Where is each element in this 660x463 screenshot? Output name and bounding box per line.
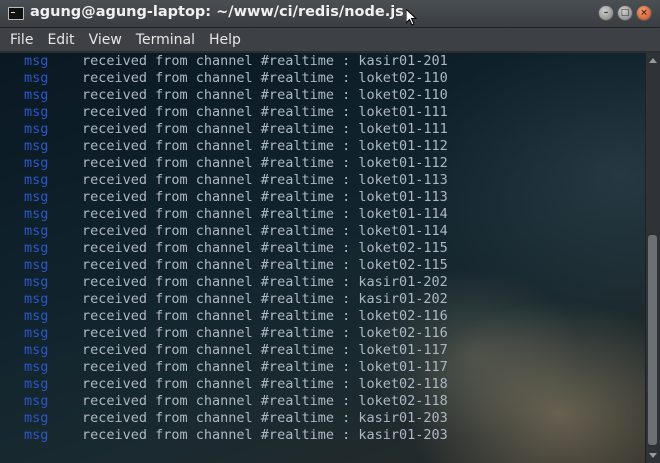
- terminal-line: msg received from channel #realtime : lok…: [0, 121, 448, 138]
- line-tag: msg: [24, 325, 49, 341]
- line-text: received from channel #realtime : loket0…: [82, 342, 448, 358]
- line-text: received from channel #realtime : loket0…: [82, 376, 448, 392]
- terminal-line: msg received from channel #realtime : kas…: [0, 291, 448, 308]
- terminal-line: msg received from channel #realtime : kas…: [0, 274, 448, 291]
- terminal-line: msg received from channel #realtime : lok…: [0, 189, 448, 206]
- menu-terminal[interactable]: Terminal: [130, 32, 201, 48]
- menu-edit[interactable]: Edit: [41, 32, 80, 48]
- line-text: received from channel #realtime : kasir0…: [82, 410, 448, 426]
- terminal-line: msg received from channel #realtime : lok…: [0, 138, 448, 155]
- menu-file[interactable]: File: [4, 32, 39, 48]
- line-tag: msg: [24, 138, 49, 154]
- window-controls: – □ ×: [598, 5, 652, 21]
- terminal-line: msg received from channel #realtime : lok…: [0, 342, 448, 359]
- line-text: received from channel #realtime : loket0…: [82, 240, 448, 256]
- terminal-line: msg received from channel #realtime : kas…: [0, 427, 448, 444]
- line-text: received from channel #realtime : kasir0…: [82, 427, 448, 443]
- scrollbar-thumb[interactable]: [648, 235, 657, 445]
- line-tag: msg: [24, 393, 49, 409]
- line-text: received from channel #realtime : loket0…: [82, 189, 448, 205]
- maximize-icon[interactable]: □: [617, 5, 633, 21]
- line-text: received from channel #realtime : loket0…: [82, 70, 448, 86]
- line-tag: msg: [24, 155, 49, 171]
- line-text: received from channel #realtime : kasir0…: [82, 291, 448, 307]
- menu-help[interactable]: Help: [203, 32, 247, 48]
- terminal-line: msg received from channel #realtime : lok…: [0, 70, 448, 87]
- terminal-line: msg received from channel #realtime : lok…: [0, 223, 448, 240]
- line-text: received from channel #realtime : loket0…: [82, 121, 448, 137]
- terminal-line: msg received from channel #realtime : lok…: [0, 172, 448, 189]
- line-text: received from channel #realtime : loket0…: [82, 308, 448, 324]
- scroll-down-icon[interactable]: [649, 453, 657, 458]
- terminal-line: msg received from channel #realtime : kas…: [0, 53, 448, 70]
- line-text: received from channel #realtime : loket0…: [82, 325, 448, 341]
- terminal-line: msg received from channel #realtime : lok…: [0, 257, 448, 274]
- terminal-icon: [8, 7, 24, 20]
- terminal-line: msg received from channel #realtime : lok…: [0, 393, 448, 410]
- window-title: agung@agung-laptop: ~/www/ci/redis/node.…: [30, 4, 404, 20]
- line-tag: msg: [24, 410, 49, 426]
- line-text: received from channel #realtime : loket0…: [82, 155, 448, 171]
- line-text: received from channel #realtime : loket0…: [82, 393, 448, 409]
- close-icon[interactable]: ×: [636, 5, 652, 21]
- line-tag: msg: [24, 53, 49, 69]
- terminal-window: agung@agung-laptop: ~/www/ci/redis/node.…: [0, 0, 660, 463]
- line-tag: msg: [24, 240, 49, 256]
- line-tag: msg: [24, 70, 49, 86]
- terminal-line: msg received from channel #realtime : lok…: [0, 376, 448, 393]
- line-tag: msg: [24, 427, 49, 443]
- terminal-line: msg received from channel #realtime : lok…: [0, 359, 448, 376]
- menu-view[interactable]: View: [83, 32, 128, 48]
- scroll-up-icon[interactable]: [649, 58, 657, 63]
- line-tag: msg: [24, 104, 49, 120]
- line-tag: msg: [24, 274, 49, 290]
- line-text: received from channel #realtime : kasir0…: [82, 53, 448, 69]
- terminal-line: msg received from channel #realtime : lok…: [0, 308, 448, 325]
- line-tag: msg: [24, 291, 49, 307]
- line-text: received from channel #realtime : loket0…: [82, 104, 448, 120]
- terminal-line: msg received from channel #realtime : lok…: [0, 206, 448, 223]
- title-bar[interactable]: agung@agung-laptop: ~/www/ci/redis/node.…: [0, 0, 660, 28]
- terminal-line: msg received from channel #realtime : lok…: [0, 87, 448, 104]
- line-tag: msg: [24, 172, 49, 188]
- terminal-output[interactable]: msg received from channel #realtime : kas…: [0, 53, 660, 463]
- line-text: received from channel #realtime : loket0…: [82, 223, 448, 239]
- line-text: received from channel #realtime : loket0…: [82, 359, 448, 375]
- line-tag: msg: [24, 121, 49, 137]
- line-tag: msg: [24, 308, 49, 324]
- terminal-line: msg received from channel #realtime : lok…: [0, 325, 448, 342]
- terminal-line: msg received from channel #realtime : kas…: [0, 410, 448, 427]
- terminal-line: msg received from channel #realtime : lok…: [0, 240, 448, 257]
- line-tag: msg: [24, 189, 49, 205]
- line-tag: msg: [24, 342, 49, 358]
- line-text: received from channel #realtime : loket0…: [82, 206, 448, 222]
- line-text: received from channel #realtime : loket0…: [82, 138, 448, 154]
- line-text: received from channel #realtime : loket0…: [82, 257, 448, 273]
- line-tag: msg: [24, 257, 49, 273]
- minimize-icon[interactable]: –: [598, 5, 614, 21]
- terminal-line: msg received from channel #realtime : lok…: [0, 155, 448, 172]
- terminal-line: msg received from channel #realtime : lok…: [0, 104, 448, 121]
- line-tag: msg: [24, 87, 49, 103]
- line-tag: msg: [24, 223, 49, 239]
- line-tag: msg: [24, 376, 49, 392]
- vertical-scrollbar[interactable]: [645, 53, 660, 463]
- line-text: received from channel #realtime : kasir0…: [82, 274, 448, 290]
- line-tag: msg: [24, 359, 49, 375]
- menu-bar: File Edit View Terminal Help: [0, 28, 660, 52]
- line-text: received from channel #realtime : loket0…: [82, 87, 448, 103]
- line-tag: msg: [24, 206, 49, 222]
- line-text: received from channel #realtime : loket0…: [82, 172, 448, 188]
